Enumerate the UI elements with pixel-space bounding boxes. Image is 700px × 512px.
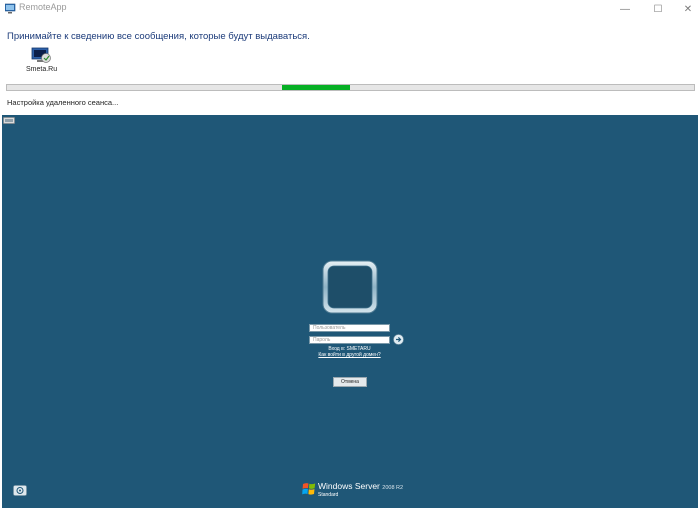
brand-version: 2008 R2 xyxy=(382,485,404,491)
maximize-button[interactable]: ☐ xyxy=(643,0,673,18)
title-bar: RemoteApp — ☐ ✕ xyxy=(0,0,700,18)
cancel-button[interactable]: Отмена xyxy=(333,377,367,387)
arrow-right-icon[interactable] xyxy=(393,334,404,345)
status-text: Настройка удаленного сеанса... xyxy=(7,98,119,107)
remote-app-name: Smeta.Ru xyxy=(26,66,58,73)
window-title: RemoteApp xyxy=(19,2,67,12)
close-button[interactable]: ✕ xyxy=(673,0,700,18)
brand-name: Windows Server 2008 R2 xyxy=(318,481,403,491)
username-input[interactable]: Пользователь xyxy=(309,324,390,332)
session-toolbar-icon[interactable] xyxy=(3,117,15,124)
minimize-button[interactable]: — xyxy=(610,0,640,18)
windows-branding: Windows Server 2008 R2 Standard xyxy=(302,480,412,502)
progress-fill xyxy=(281,85,351,90)
remote-app-icon xyxy=(31,47,51,63)
connection-progress-bar xyxy=(6,84,695,91)
windows-logo-icon xyxy=(302,483,316,495)
password-input[interactable]: Пароль xyxy=(309,336,390,344)
brand-product: Windows Server xyxy=(318,481,380,491)
brand-edition: Standard xyxy=(318,492,339,498)
user-tile-icon xyxy=(322,260,378,314)
ease-of-access-icon[interactable] xyxy=(13,485,27,496)
other-domain-link[interactable]: Как войти в другой домен? xyxy=(309,352,390,358)
remoteapp-icon xyxy=(5,3,16,14)
window-bottom-border xyxy=(0,508,700,512)
info-message: Принимайте к сведению все сообщения, кот… xyxy=(7,31,310,42)
